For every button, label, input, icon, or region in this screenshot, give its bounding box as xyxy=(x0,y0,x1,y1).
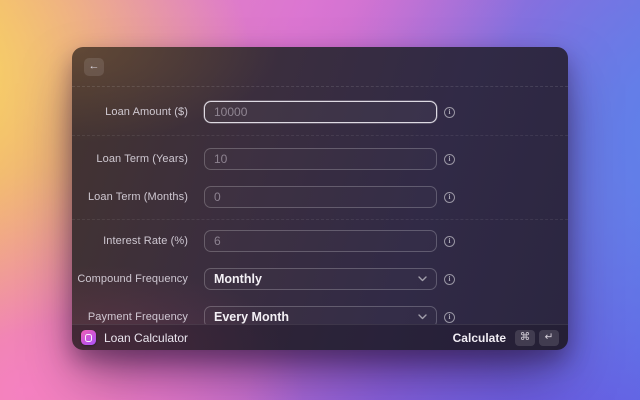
calculator-glyph-icon xyxy=(85,333,92,342)
info-glyph: i xyxy=(448,154,451,163)
calculate-action[interactable]: Calculate ⌘ ↵ xyxy=(452,329,559,346)
form-section-amount: Loan Amount ($) 10000 i xyxy=(72,87,568,136)
chevron-down-icon xyxy=(418,276,427,282)
field-label: Payment Frequency xyxy=(87,311,188,323)
form-row: Payment Frequency Every Month i xyxy=(72,306,568,324)
loan-term-years-input[interactable]: 10 xyxy=(204,148,437,170)
compound-frequency-select[interactable]: Monthly xyxy=(204,268,437,290)
return-key-icon: ↵ xyxy=(539,329,559,346)
info-glyph: i xyxy=(448,274,451,283)
info-glyph: i xyxy=(448,236,451,245)
info-icon[interactable]: i xyxy=(444,106,455,118)
action-bar: Loan Calculator Calculate ⌘ ↵ xyxy=(72,324,568,350)
field-label: Compound Frequency xyxy=(77,273,188,285)
app-name: Loan Calculator xyxy=(104,330,189,345)
interest-rate-value: 6 xyxy=(214,234,221,248)
compound-frequency-value: Monthly xyxy=(214,272,262,286)
payment-frequency-select[interactable]: Every Month xyxy=(204,306,437,324)
loan-term-months-value: 0 xyxy=(214,190,221,204)
form-row: Loan Term (Months) 0 i xyxy=(72,186,568,208)
form-row: Loan Amount ($) 10000 i xyxy=(72,101,568,123)
info-icon[interactable]: i xyxy=(444,311,455,323)
form-section-rate: Interest Rate (%) 6 i Compound Frequency… xyxy=(72,220,568,324)
info-glyph: i xyxy=(448,107,451,116)
form-row: Interest Rate (%) 6 i xyxy=(72,230,568,252)
window-header: ← xyxy=(72,47,568,87)
loan-term-years-value: 10 xyxy=(214,152,228,166)
calculate-label: Calculate xyxy=(452,330,506,345)
loan-amount-value: 10000 xyxy=(214,105,248,119)
form-row: Loan Term (Years) 10 i xyxy=(72,148,568,170)
loan-calculator-app-icon xyxy=(81,330,96,345)
back-arrow-icon: ← xyxy=(88,60,100,72)
loan-amount-input[interactable]: 10000 xyxy=(204,101,437,123)
chevron-down-icon xyxy=(418,314,427,320)
info-icon[interactable]: i xyxy=(444,273,455,285)
field-label: Loan Term (Months) xyxy=(87,191,188,203)
loan-calculator-window: ← Loan Amount ($) 10000 i Loan Term (Yea… xyxy=(72,47,568,350)
field-label: Loan Term (Years) xyxy=(96,153,188,165)
info-icon[interactable]: i xyxy=(444,235,455,247)
field-label: Interest Rate (%) xyxy=(103,235,188,247)
info-glyph: i xyxy=(448,192,451,201)
command-key-icon: ⌘ xyxy=(515,329,535,346)
payment-frequency-value: Every Month xyxy=(214,310,290,324)
info-icon[interactable]: i xyxy=(444,153,455,165)
form-row: Compound Frequency Monthly i xyxy=(72,268,568,290)
form-section-term: Loan Term (Years) 10 i Loan Term (Months… xyxy=(72,136,568,220)
info-glyph: i xyxy=(448,312,451,321)
field-label: Loan Amount ($) xyxy=(105,106,188,118)
back-button[interactable]: ← xyxy=(84,57,104,76)
loan-term-months-input[interactable]: 0 xyxy=(204,186,437,208)
form-content: Loan Amount ($) 10000 i Loan Term (Years… xyxy=(72,87,568,324)
interest-rate-input[interactable]: 6 xyxy=(204,230,437,252)
info-icon[interactable]: i xyxy=(444,191,455,203)
